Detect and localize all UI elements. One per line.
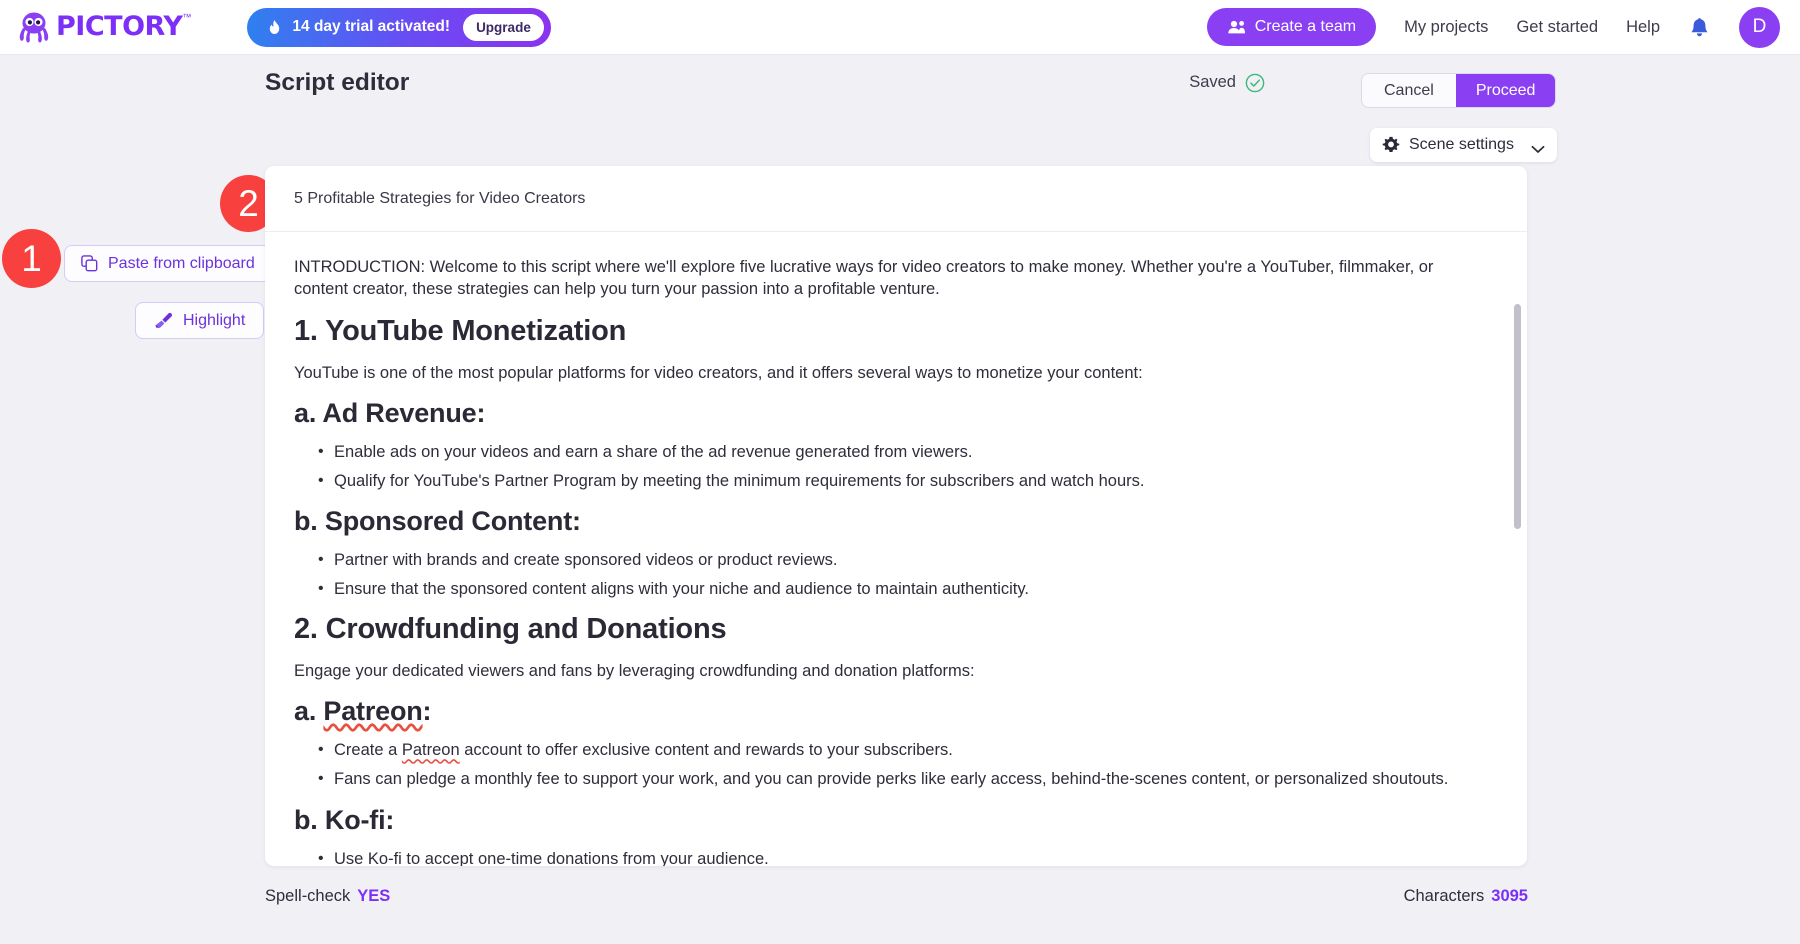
paste-from-clipboard-label: Paste from clipboard bbox=[108, 255, 255, 273]
create-a-team-button[interactable]: Create a team bbox=[1207, 8, 1376, 46]
heading-sponsored-content: b. Sponsored Content: bbox=[294, 506, 1487, 537]
nav-right-group: Create a team My projects Get started He… bbox=[1207, 7, 1800, 48]
heading-patreon-suffix: : bbox=[423, 696, 432, 726]
list-item: Use Ko-fi to accept one-time donations f… bbox=[334, 848, 1487, 866]
editor-footer: Spell-check YES Characters 3095 bbox=[0, 866, 1800, 926]
annotation-badge-1: 1 bbox=[2, 229, 61, 288]
document-title[interactable]: 5 Profitable Strategies for Video Creato… bbox=[294, 190, 585, 208]
script-editor-card: 5 Profitable Strategies for Video Creato… bbox=[265, 166, 1527, 866]
trial-banner: 14 day trial activated! Upgrade bbox=[247, 8, 550, 47]
list-item: Partner with brands and create sponsored… bbox=[334, 549, 1487, 572]
gear-icon bbox=[1382, 136, 1400, 154]
nav-link-get-started[interactable]: Get started bbox=[1516, 18, 1598, 37]
chevron-down-icon bbox=[1531, 141, 1545, 150]
spellcheck-label: Spell-check bbox=[265, 887, 350, 905]
nav-link-my-projects[interactable]: My projects bbox=[1404, 18, 1488, 37]
flame-icon bbox=[266, 19, 283, 36]
heading-patreon: a. Patreon: bbox=[294, 696, 1487, 727]
paragraph-crowdfunding: Engage your dedicated viewers and fans b… bbox=[294, 660, 1487, 682]
paragraph-youtube: YouTube is one of the most popular platf… bbox=[294, 362, 1487, 384]
trial-text: 14 day trial activated! bbox=[292, 18, 450, 36]
marker-icon bbox=[154, 312, 173, 329]
editor-scrollbar[interactable] bbox=[1514, 288, 1521, 858]
scene-settings-dropdown[interactable]: Scene settings bbox=[1370, 128, 1557, 162]
list-item: Enable ads on your videos and earn a sha… bbox=[334, 441, 1487, 464]
list-sponsored-content: Partner with brands and create sponsored… bbox=[294, 549, 1487, 601]
pictory-logo[interactable]: PICTORY ™ bbox=[14, 7, 191, 47]
scrollbar-thumb[interactable] bbox=[1514, 304, 1521, 529]
header-action-buttons: Cancel Proceed bbox=[1362, 74, 1555, 107]
paragraph-introduction: INTRODUCTION: Welcome to this script whe… bbox=[294, 256, 1487, 301]
create-a-team-label: Create a team bbox=[1255, 18, 1356, 36]
patreon-bullet-post: account to offer exclusive content and r… bbox=[460, 741, 953, 759]
script-text-area[interactable]: INTRODUCTION: Welcome to this script whe… bbox=[265, 232, 1527, 866]
list-patreon: Create a Patreon account to offer exclus… bbox=[294, 739, 1487, 791]
saved-label: Saved bbox=[1189, 73, 1236, 92]
user-avatar[interactable]: D bbox=[1739, 7, 1780, 48]
highlight-label: Highlight bbox=[183, 312, 245, 330]
save-status: Saved bbox=[1189, 73, 1265, 93]
list-kofi: Use Ko-fi to accept one-time donations f… bbox=[294, 848, 1487, 866]
patreon-bullet-pre: Create a bbox=[334, 741, 402, 759]
spellcheck-status[interactable]: Spell-check YES bbox=[265, 887, 390, 906]
upgrade-button[interactable]: Upgrade bbox=[463, 14, 544, 41]
people-icon bbox=[1227, 19, 1246, 35]
octopus-logo-icon bbox=[14, 7, 54, 47]
clipboard-copy-icon bbox=[81, 255, 98, 272]
notifications-button[interactable] bbox=[1690, 17, 1709, 38]
list-item: Qualify for YouTube's Partner Program by… bbox=[334, 470, 1487, 493]
bell-icon bbox=[1690, 17, 1709, 38]
heading-crowdfunding-donations: 2. Crowdfunding and Donations bbox=[294, 613, 1487, 646]
misspelled-word-patreon: Patreon bbox=[323, 696, 422, 726]
nav-link-help[interactable]: Help bbox=[1626, 18, 1660, 37]
list-item: Fans can pledge a monthly fee to support… bbox=[334, 768, 1487, 791]
list-item: Ensure that the sponsored content aligns… bbox=[334, 578, 1487, 601]
highlight-button[interactable]: Highlight bbox=[135, 302, 264, 339]
characters-label: Characters bbox=[1404, 887, 1485, 905]
heading-kofi: b. Ko-fi: bbox=[294, 805, 1487, 836]
characters-value: 3095 bbox=[1491, 887, 1528, 905]
check-circle-icon bbox=[1245, 73, 1265, 93]
trademark-symbol: ™ bbox=[182, 10, 191, 24]
page-title: Script editor bbox=[265, 69, 409, 97]
paste-from-clipboard-button[interactable]: Paste from clipboard bbox=[64, 245, 272, 282]
spellcheck-value[interactable]: YES bbox=[357, 887, 390, 905]
character-count: Characters 3095 bbox=[1404, 887, 1528, 906]
heading-patreon-prefix: a. bbox=[294, 696, 323, 726]
proceed-button[interactable]: Proceed bbox=[1456, 74, 1556, 107]
list-item: Create a Patreon account to offer exclus… bbox=[334, 739, 1487, 762]
top-navigation-bar: PICTORY ™ 14 day trial activated! Upgrad… bbox=[0, 0, 1800, 55]
scene-settings-label: Scene settings bbox=[1409, 136, 1514, 154]
heading-ad-revenue: a. Ad Revenue: bbox=[294, 398, 1487, 429]
brand-name: PICTORY bbox=[56, 7, 182, 47]
document-title-row[interactable]: 5 Profitable Strategies for Video Creato… bbox=[265, 166, 1527, 232]
misspelled-word-patreon: Patreon bbox=[402, 741, 460, 759]
cancel-button[interactable]: Cancel bbox=[1362, 74, 1456, 107]
list-ad-revenue: Enable ads on your videos and earn a sha… bbox=[294, 441, 1487, 493]
heading-youtube-monetization: 1. YouTube Monetization bbox=[294, 315, 1487, 348]
